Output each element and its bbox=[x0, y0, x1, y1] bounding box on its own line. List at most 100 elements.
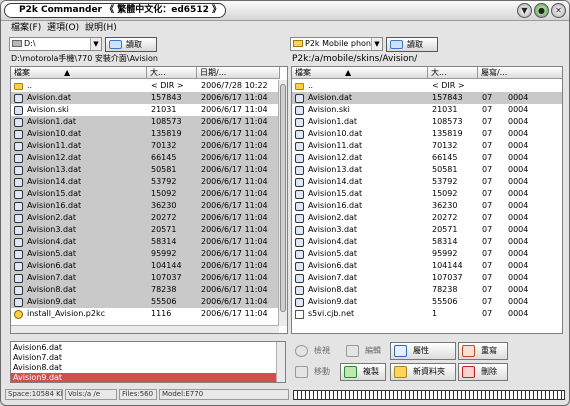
right-read-button[interactable]: 讀取 bbox=[386, 37, 438, 52]
table-row[interactable]: Avision6.dat 104144 2006/6/17 11:04 bbox=[11, 260, 279, 272]
table-row[interactable]: Avision15.dat 15092 2006/6/17 11:04 bbox=[11, 188, 279, 200]
file-name: Avision1.dat bbox=[308, 117, 358, 126]
status-model: Model:E770 bbox=[159, 389, 289, 400]
selected-files-list[interactable]: Avision6.dat Avision7.dat Avision8.dat Avis… bbox=[10, 341, 286, 383]
column-header-name[interactable]: 檔案 ▲ bbox=[292, 67, 428, 79]
table-row[interactable]: Avision.dat 157843 07 0004 bbox=[292, 92, 562, 104]
file-icon bbox=[14, 130, 23, 139]
table-row[interactable]: Avision4.dat 58314 2006/6/17 11:04 bbox=[11, 236, 279, 248]
table-row[interactable]: Avision3.dat 20571 07 0004 bbox=[292, 224, 562, 236]
table-row[interactable]: Avision14.dat 53792 2006/6/17 11:04 bbox=[11, 176, 279, 188]
menu-file[interactable]: 檔案(F) bbox=[11, 22, 41, 34]
table-row[interactable]: .. < DIR > 2006/7/28 10:22 bbox=[11, 80, 279, 92]
left-drive-select[interactable]: D:\ ▼ bbox=[9, 37, 102, 51]
table-row[interactable]: Avision13.dat 50581 2006/6/17 11:04 bbox=[11, 164, 279, 176]
file-name: Avision.dat bbox=[308, 93, 352, 102]
table-row[interactable]: Avision.ski 21031 2006/6/17 11:04 bbox=[11, 104, 279, 116]
file-attr bbox=[482, 80, 506, 92]
file-date: 2006/6/17 11:04 bbox=[201, 273, 268, 282]
table-row[interactable]: Avision16.dat 36230 2006/6/17 11:04 bbox=[11, 200, 279, 212]
left-read-button[interactable]: 讀取 bbox=[105, 37, 157, 52]
minimize-button[interactable]: ▼ bbox=[517, 3, 532, 18]
rename-button[interactable]: 重寫 bbox=[458, 342, 508, 360]
table-row[interactable]: Avision1.dat 108573 07 0004 bbox=[292, 116, 562, 128]
column-header-size[interactable]: 大... bbox=[147, 67, 197, 79]
table-row[interactable]: Avision.dat 157843 2006/6/17 11:04 bbox=[11, 92, 279, 104]
table-row[interactable]: Avision3.dat 20571 2006/6/17 11:04 bbox=[11, 224, 279, 236]
maximize-button[interactable]: ● bbox=[534, 3, 549, 18]
column-header-name[interactable]: 檔案 ▲ bbox=[11, 67, 147, 79]
delete-button[interactable]: 刪除 bbox=[458, 363, 508, 381]
table-row[interactable]: s5vi.cjb.net 1 07 0004 bbox=[292, 308, 562, 320]
left-horizontal-scrollbar[interactable] bbox=[11, 325, 279, 333]
file-attr: 07 bbox=[482, 117, 493, 126]
table-row[interactable]: Avision13.dat 50581 07 0004 bbox=[292, 164, 562, 176]
table-row[interactable]: Avision8.dat 78238 2006/6/17 11:04 bbox=[11, 284, 279, 296]
table-row[interactable]: Avision15.dat 15092 07 0004 bbox=[292, 188, 562, 200]
table-row[interactable]: .. < DIR > bbox=[292, 80, 562, 92]
left-vertical-scrollbar[interactable] bbox=[278, 80, 287, 326]
right-path: P2k:/a/mobile/skins/Avision/ bbox=[292, 53, 562, 65]
table-row[interactable]: Avision.ski 21031 07 0004 bbox=[292, 104, 562, 116]
chevron-down-icon[interactable]: ▼ bbox=[90, 38, 101, 50]
table-row[interactable]: Avision1.dat 108573 2006/6/17 11:04 bbox=[11, 116, 279, 128]
list-item[interactable]: Avision9.dat bbox=[11, 373, 277, 382]
file-id: 0004 bbox=[508, 129, 529, 138]
table-row[interactable]: Avision11.dat 70132 07 0004 bbox=[292, 140, 562, 152]
table-row[interactable]: Avision10.dat 135819 07 0004 bbox=[292, 128, 562, 140]
edit-button[interactable]: 編輯 bbox=[342, 342, 390, 360]
file-name: Avision10.dat bbox=[308, 129, 363, 138]
table-row[interactable]: Avision16.dat 36230 07 0004 bbox=[292, 200, 562, 212]
chevron-down-icon[interactable]: ▼ bbox=[371, 38, 382, 50]
left-file-panel[interactable]: 檔案 ▲ 大... 日期/... .. < DIR > 2006/7/28 10:22… bbox=[10, 66, 288, 334]
table-row[interactable]: Avision8.dat 78238 07 0004 bbox=[292, 284, 562, 296]
list-item[interactable]: Avision6.dat bbox=[11, 343, 277, 353]
right-file-panel[interactable]: 檔案 ▲ 大... 屬寫/... .. < DIR > Avision.dat 1578… bbox=[291, 66, 563, 334]
new-folder-label: 新資料夾 bbox=[413, 367, 445, 376]
table-row[interactable]: Avision9.dat 55506 07 0004 bbox=[292, 296, 562, 308]
file-attr: 07 bbox=[482, 273, 493, 282]
file-size: 50581 bbox=[432, 165, 458, 174]
file-icon bbox=[14, 250, 23, 259]
title-bar: P2k Commander 《 繁體中文化：ed6512 》 ▼ ● ✕ bbox=[1, 1, 569, 21]
column-header-attr[interactable]: 屬寫/... bbox=[478, 67, 562, 79]
table-row[interactable]: Avision7.dat 107037 2006/6/17 11:04 bbox=[11, 272, 279, 284]
column-header-size[interactable]: 大... bbox=[428, 67, 478, 79]
right-drive-select[interactable]: P2k Mobile phone ▼ bbox=[290, 37, 383, 51]
menu-help[interactable]: 說明(H) bbox=[85, 22, 117, 34]
column-header-date[interactable]: 日期/... bbox=[197, 67, 280, 79]
list-item[interactable]: Avision8.dat bbox=[11, 363, 277, 373]
move-button[interactable]: 移動 bbox=[291, 363, 339, 381]
file-attr: 07 bbox=[482, 129, 493, 138]
table-row[interactable]: Avision10.dat 135819 2006/6/17 11:04 bbox=[11, 128, 279, 140]
file-date: 2006/6/17 11:04 bbox=[201, 117, 268, 126]
file-size: 55506 bbox=[432, 297, 458, 306]
file-size: 78238 bbox=[151, 285, 177, 294]
view-button[interactable]: 檢視 bbox=[291, 342, 339, 360]
table-row[interactable]: Avision5.dat 95992 07 0004 bbox=[292, 248, 562, 260]
close-button[interactable]: ✕ bbox=[551, 3, 566, 18]
new-folder-button[interactable]: 新資料夾 bbox=[390, 363, 456, 381]
properties-button[interactable]: 屬性 bbox=[390, 342, 456, 360]
table-row[interactable]: Avision6.dat 104144 07 0004 bbox=[292, 260, 562, 272]
table-row[interactable]: Avision4.dat 58314 07 0004 bbox=[292, 236, 562, 248]
menu-options[interactable]: 選項(O) bbox=[47, 22, 79, 34]
table-row[interactable]: Avision5.dat 95992 2006/6/17 11:04 bbox=[11, 248, 279, 260]
file-name: Avision11.dat bbox=[308, 141, 363, 150]
table-row[interactable]: Avision2.dat 20272 2006/6/17 11:04 bbox=[11, 212, 279, 224]
table-row[interactable]: Avision9.dat 55506 2006/6/17 11:04 bbox=[11, 296, 279, 308]
table-row[interactable]: Avision14.dat 53792 07 0004 bbox=[292, 176, 562, 188]
file-icon bbox=[14, 178, 23, 187]
table-row[interactable]: Avision12.dat 66145 2006/6/17 11:04 bbox=[11, 152, 279, 164]
status-vols: Vols:/a /e bbox=[65, 389, 117, 400]
list-vertical-scrollbar[interactable] bbox=[276, 342, 285, 382]
table-row[interactable]: Avision7.dat 107037 07 0004 bbox=[292, 272, 562, 284]
table-row[interactable]: Avision12.dat 66145 07 0004 bbox=[292, 152, 562, 164]
table-row[interactable]: install_Avision.p2kc 1116 2006/6/17 11:04 bbox=[11, 308, 279, 320]
scroll-thumb[interactable] bbox=[280, 84, 286, 312]
table-row[interactable]: Avision11.dat 70132 2006/6/17 11:04 bbox=[11, 140, 279, 152]
file-icon bbox=[295, 142, 304, 151]
list-item[interactable]: Avision7.dat bbox=[11, 353, 277, 363]
table-row[interactable]: Avision2.dat 20272 07 0004 bbox=[292, 212, 562, 224]
copy-button[interactable]: 複製 bbox=[340, 363, 386, 381]
